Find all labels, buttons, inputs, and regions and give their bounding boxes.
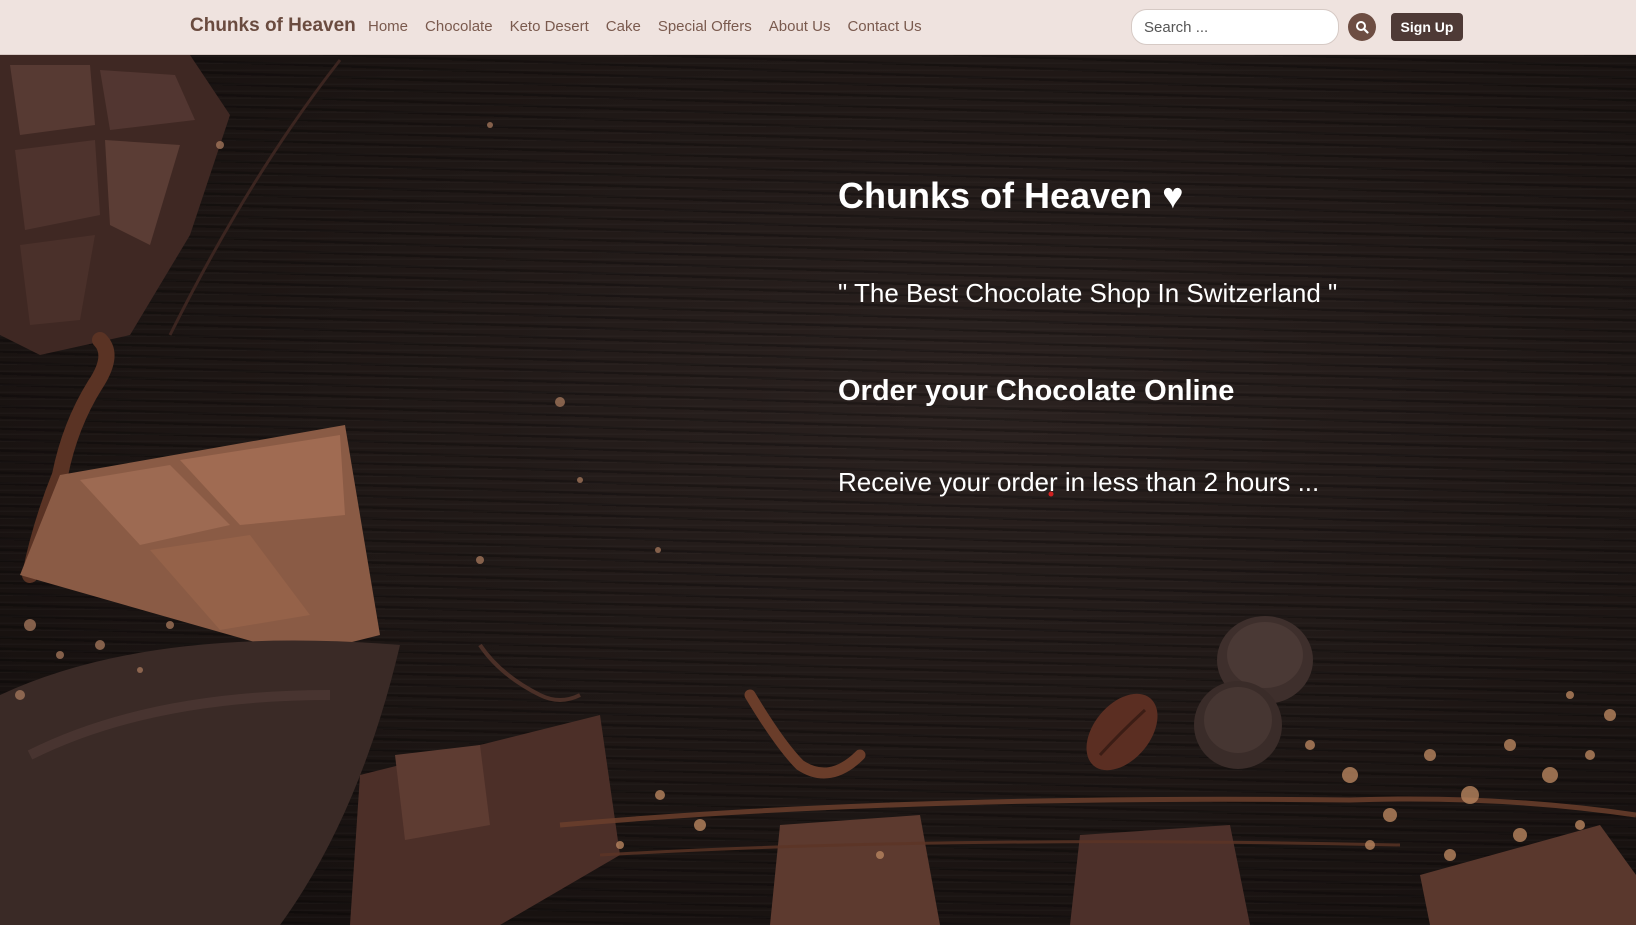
top-navbar: Chunks of Heaven Home Chocolate Keto Des…	[0, 0, 1636, 55]
brand-link[interactable]: Chunks of Heaven	[190, 15, 356, 37]
nav-link-home[interactable]: Home	[368, 18, 408, 35]
hero-delivery-text: Receive your order in less than 2 hours …	[838, 467, 1320, 497]
nav-link-contact-us[interactable]: Contact Us	[847, 18, 921, 35]
search-input[interactable]	[1131, 9, 1339, 45]
chocolate-pieces-bottom	[350, 715, 1636, 925]
hero-tagline: " The Best Chocolate Shop In Switzerland…	[838, 278, 1338, 308]
search-icon	[1356, 21, 1369, 34]
chocolate-drip-bottom	[744, 689, 866, 779]
nav-links: Home Chocolate Keto Desert Cake Special …	[368, 18, 922, 35]
nav-link-keto-desert[interactable]: Keto Desert	[510, 18, 589, 35]
hero-order-heading: Order your Chocolate Online	[838, 375, 1235, 407]
nav-link-chocolate[interactable]: Chocolate	[425, 18, 493, 35]
signup-button[interactable]: Sign Up	[1391, 13, 1463, 41]
milk-chocolate-triangle	[20, 425, 380, 655]
cocoa-pod	[0, 640, 400, 925]
nav-link-about-us[interactable]: About Us	[769, 18, 831, 35]
chocolate-discs	[1194, 616, 1313, 769]
hero-title: Chunks of Heaven ♥	[838, 175, 1184, 216]
nav-link-special-offers[interactable]: Special Offers	[658, 18, 752, 35]
chocolate-background-image	[0, 55, 1636, 925]
chocolate-bar-top-left	[0, 55, 230, 355]
search-button[interactable]	[1348, 13, 1376, 41]
hero-section: Chunks of Heaven ♥ " The Best Chocolate …	[0, 55, 1636, 925]
nav-link-cake[interactable]: Cake	[606, 18, 641, 35]
